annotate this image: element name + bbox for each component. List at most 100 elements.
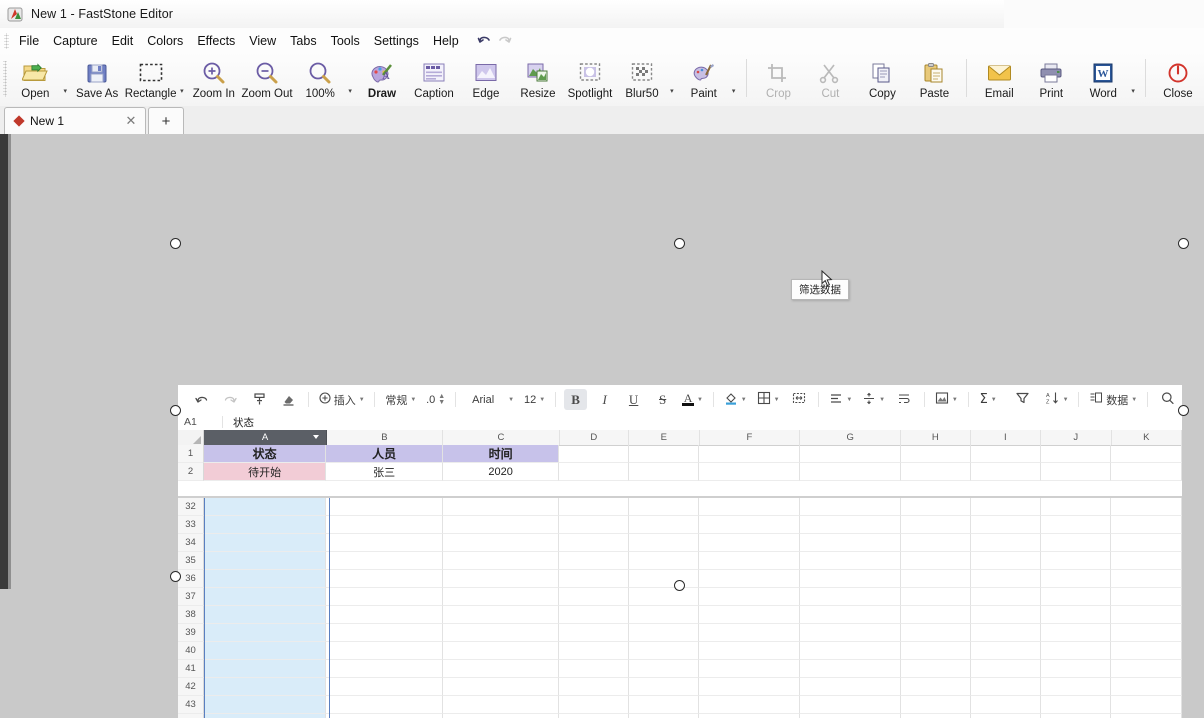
cell-h33[interactable] [900,516,971,534]
email-button[interactable]: Email [973,53,1025,105]
cell-d37[interactable] [559,588,629,606]
cell-e36[interactable] [628,570,700,588]
cell-k44[interactable] [1111,714,1182,718]
insert-image-dropdown-arrow-icon[interactable]: ▼ [952,397,958,403]
cell-g34[interactable] [800,534,901,552]
cell-k42[interactable] [1111,678,1182,696]
row-header-37[interactable]: 37 [178,588,204,606]
cell-d43[interactable] [559,696,629,714]
cell-d33[interactable] [559,516,629,534]
cell-i38[interactable] [970,606,1041,624]
cell-i2[interactable] [970,463,1041,481]
align-button[interactable]: ▼ [827,389,854,410]
word-dropdown-arrow-icon[interactable]: ▾ [1129,85,1137,97]
cell-g38[interactable] [800,606,901,624]
cell-k39[interactable] [1111,624,1182,642]
cell-c44[interactable] [443,714,560,718]
cell-a37[interactable] [204,588,327,606]
font-name-dropdown-arrow-icon[interactable]: ▼ [508,397,514,403]
cell-b35[interactable] [326,552,443,570]
cell-e1[interactable] [628,445,700,463]
cell-i41[interactable] [970,660,1041,678]
cell-h34[interactable] [900,534,971,552]
cell-f36[interactable] [699,570,801,588]
name-box[interactable]: A1 [178,416,222,428]
cell-e2[interactable] [628,463,700,481]
row-header-39[interactable]: 39 [178,624,204,642]
underline-button[interactable]: U [622,389,645,410]
zoom-100-button[interactable]: 100% [294,53,346,105]
cell-b43[interactable] [326,696,443,714]
cell-a42[interactable] [204,678,327,696]
selection-handle-bottom-left[interactable] [170,571,181,582]
cell-i33[interactable] [970,516,1041,534]
menu-item-capture[interactable]: Capture [46,31,104,51]
cell-e33[interactable] [628,516,700,534]
cell-j39[interactable] [1040,624,1112,642]
spreadsheet-grid[interactable]: A B C D E F G H I J K 1 状态 人员 时间 2 待开始 张… [178,430,1182,718]
cell-k41[interactable] [1111,660,1182,678]
column-header-a[interactable]: A [204,430,327,445]
tab-new-1[interactable]: New 1 ✕ [4,107,146,134]
column-header-b[interactable]: B [326,430,444,445]
cell-j33[interactable] [1040,516,1112,534]
cell-d36[interactable] [559,570,629,588]
fill-color-button[interactable]: ▼ [722,389,749,410]
column-header-f[interactable]: F [699,430,801,445]
cell-c38[interactable] [442,606,560,624]
undo-icon[interactable] [190,389,213,410]
cell-k32[interactable] [1111,498,1182,516]
cell-k40[interactable] [1111,642,1182,660]
cell-b42[interactable] [326,678,443,696]
menu-item-settings[interactable]: Settings [367,31,426,51]
cell-i39[interactable] [970,624,1041,642]
cell-a33[interactable] [204,516,327,534]
cell-g1[interactable] [800,445,901,463]
cell-b1[interactable]: 人员 [326,445,443,463]
cell-h44[interactable] [901,714,971,718]
word-button[interactable]: W Word [1077,53,1129,105]
cell-i1[interactable] [970,445,1041,463]
column-header-j[interactable]: J [1041,430,1112,445]
cell-h43[interactable] [900,696,971,714]
cell-f37[interactable] [699,588,801,606]
cell-a36[interactable] [204,570,327,588]
cell-j1[interactable] [1040,445,1112,463]
cell-f34[interactable] [699,534,801,552]
cell-a32[interactable] [204,498,327,516]
cell-c40[interactable] [442,642,560,660]
cell-c36[interactable] [442,570,560,588]
formula-input[interactable]: 状态 [223,415,254,430]
column-header-h[interactable]: H [901,430,971,445]
cell-a40[interactable] [204,642,327,660]
cell-f40[interactable] [699,642,801,660]
insert-image-button[interactable]: ▼ [933,389,960,410]
column-header-i[interactable]: I [970,430,1042,445]
borders-dropdown-arrow-icon[interactable]: ▼ [774,397,780,403]
copy-button[interactable]: Copy [856,53,908,105]
row-header-36[interactable]: 36 [178,570,204,588]
cell-k33[interactable] [1111,516,1182,534]
cell-b2[interactable]: 张三 [326,463,443,481]
menu-item-view[interactable]: View [242,31,283,51]
cell-i37[interactable] [970,588,1041,606]
pasted-spreadsheet-image[interactable]: 插入 ▼ 常规 ▼ .0 ▲ ▼ Arial ▼ 12 ▼ B I U S A … [178,385,1182,718]
insert-button[interactable]: 插入 ▼ [317,389,367,410]
cell-c37[interactable] [442,588,560,606]
cell-c35[interactable] [442,552,560,570]
cell-h37[interactable] [900,588,971,606]
undo-arrow-icon[interactable] [475,32,495,50]
align-dropdown-arrow-icon[interactable]: ▼ [846,397,852,403]
row-header-2[interactable]: 2 [178,463,204,481]
cell-i32[interactable] [970,498,1041,516]
cell-j2[interactable] [1040,463,1112,481]
cell-f2[interactable] [699,463,801,481]
row-header-44[interactable]: 44 [178,714,204,718]
cell-k34[interactable] [1111,534,1182,552]
row-header-34[interactable]: 34 [178,534,204,552]
paint-button[interactable]: Paint [678,53,730,105]
sort-dropdown-arrow-icon[interactable]: ▼ [1063,397,1069,403]
cell-i43[interactable] [970,696,1041,714]
table-row[interactable]: 2 待开始 张三 2020 [178,463,1182,481]
decimal-stepper[interactable]: .0 ▲ ▼ [424,389,447,410]
